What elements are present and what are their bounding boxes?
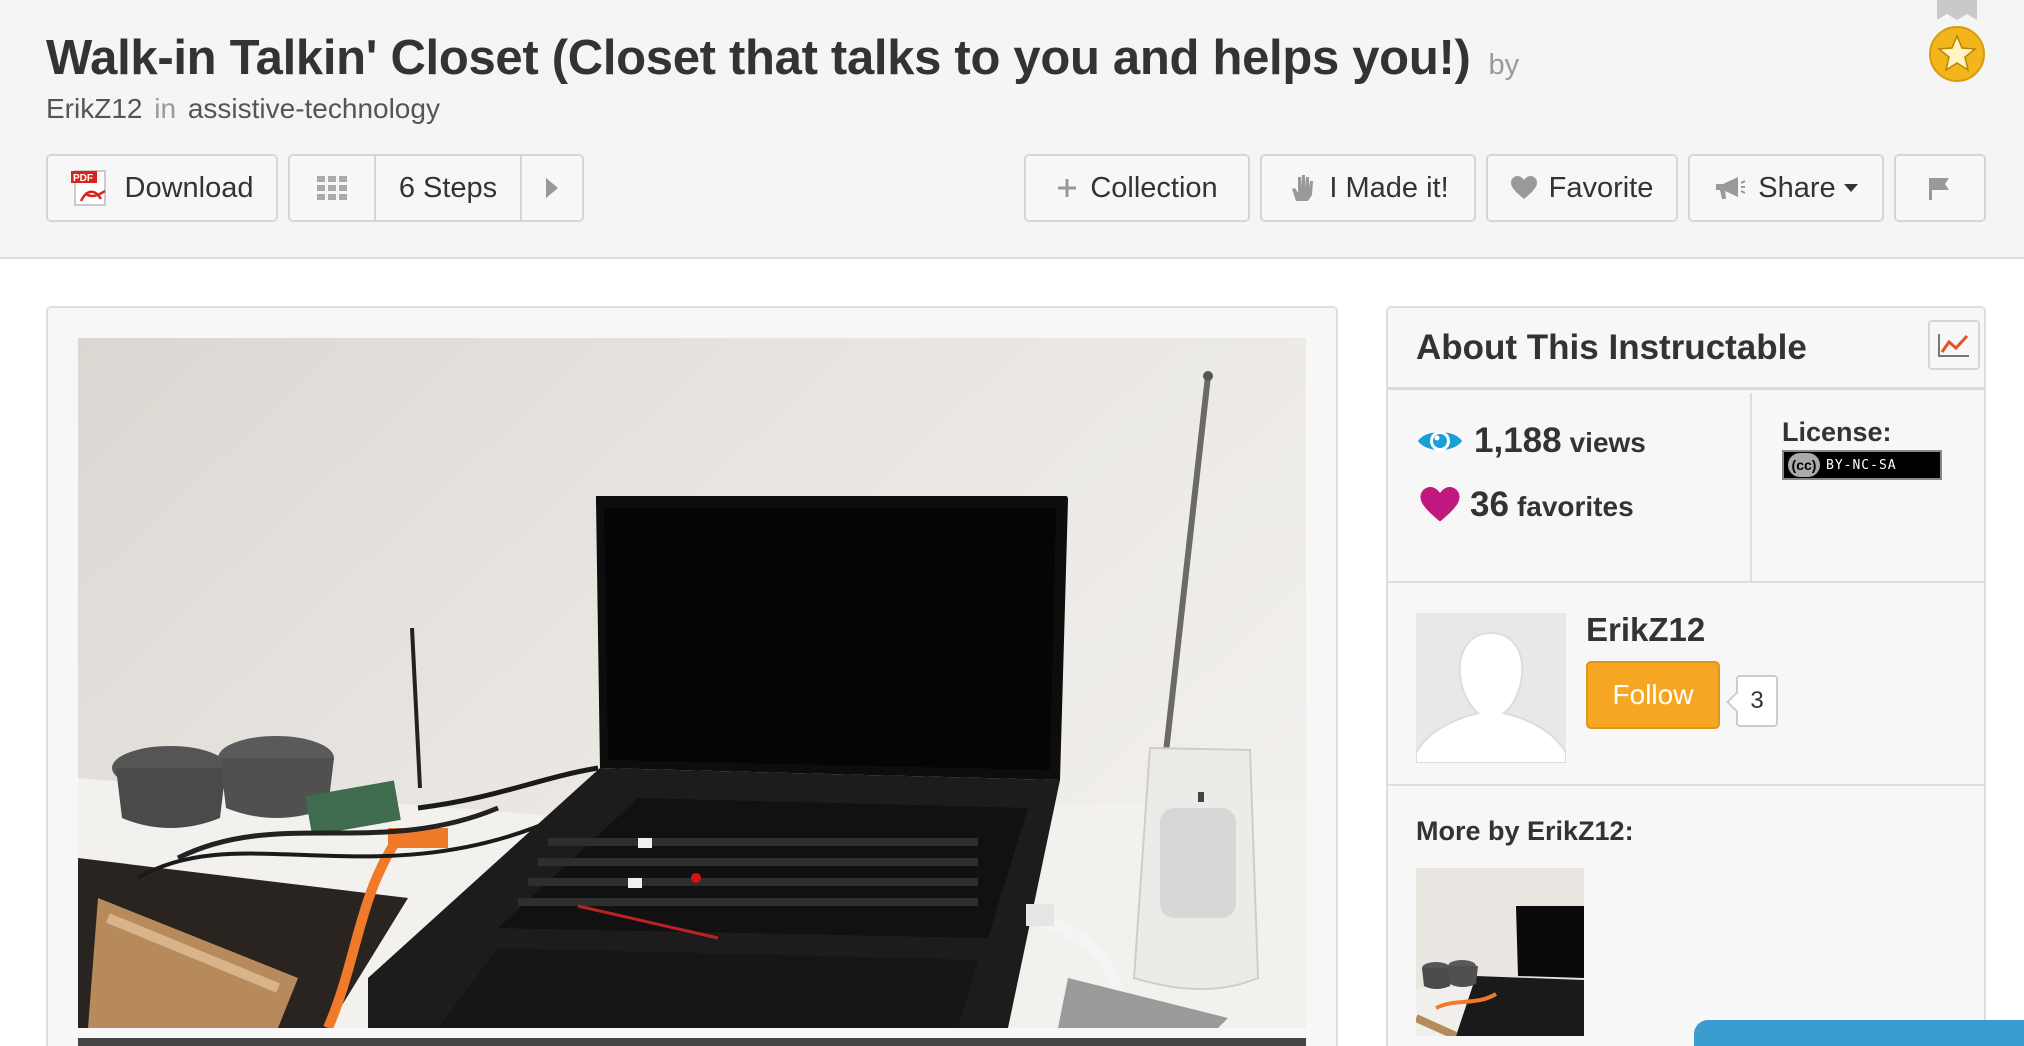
meta-row: ErikZ12 in assistive-technology [46, 93, 440, 125]
steps-grid-button[interactable] [290, 156, 376, 220]
favorites-label: favorites [1516, 491, 1634, 522]
caret-right-icon [546, 178, 558, 198]
featured-star-badge-icon [1929, 0, 1985, 82]
feedback-tab[interactable] [1694, 1020, 2024, 1046]
flag-icon [1929, 178, 1949, 200]
heart-icon [1510, 176, 1537, 200]
main-photo[interactable] [78, 338, 1306, 1028]
more-by-thumbnail[interactable] [1416, 868, 1584, 1036]
in-label: in [154, 93, 177, 124]
megaphone-icon [1714, 175, 1746, 201]
add-to-collection-button[interactable]: Collection [1024, 154, 1250, 222]
license-block: License: (cc) BY-NC-SA [1782, 417, 1942, 480]
license-label: License: [1782, 417, 1892, 447]
title-row: Walk-in Talkin' Closet (Closet that talk… [46, 30, 1519, 86]
hand-icon [1287, 173, 1317, 203]
cc-license-badge[interactable]: (cc) BY-NC-SA [1782, 450, 1942, 480]
pdf-icon-text: PDF [73, 173, 93, 184]
report-flag-button[interactable] [1894, 154, 1986, 222]
caret-down-icon [1843, 184, 1858, 192]
sidebar-title: About This Instructable [1416, 328, 1807, 367]
views-count: 1,188 [1474, 421, 1562, 460]
steps-count-button[interactable]: 6 Steps [376, 156, 522, 220]
favorites-count: 36 [1470, 485, 1509, 524]
pdf-icon: PDF [70, 169, 113, 207]
follow-button[interactable]: Follow [1586, 661, 1720, 729]
steps-nav: 6 Steps [288, 154, 584, 222]
avatar[interactable] [1416, 613, 1566, 763]
sidebar: About This Instructable 1,188 views 36 f… [1386, 306, 1986, 1046]
stats-button[interactable] [1928, 320, 1980, 370]
eye-icon [1418, 431, 1462, 451]
related-project-thumbnail [1416, 868, 1584, 1036]
stats-panel: 1,188 views 36 favorites License: (cc) B… [1388, 393, 1984, 583]
cc-icon: (cc) [1788, 453, 1820, 477]
stats-counts: 1,188 views 36 favorites [1388, 393, 1752, 581]
download-label: Download [124, 171, 254, 204]
sidebar-header: About This Instructable [1388, 308, 1984, 390]
author-name[interactable]: ErikZ12 [1586, 611, 1705, 649]
stats-chart-icon [1938, 334, 1969, 357]
page-title: Walk-in Talkin' Closet (Closet that talk… [46, 31, 1471, 85]
author-link[interactable]: ErikZ12 [46, 93, 142, 124]
main-image-panel [46, 306, 1338, 1046]
laptop-setup-photo [78, 338, 1306, 1028]
download-button[interactable]: PDF Download [46, 154, 278, 222]
default-avatar-icon [1416, 613, 1566, 763]
gallery-strip [78, 1038, 1306, 1046]
plus-icon [1056, 177, 1078, 199]
views-label: views [1569, 427, 1646, 458]
favorite-button[interactable]: Favorite [1486, 154, 1678, 222]
grid-icon [317, 176, 347, 200]
follower-count: 3 [1736, 675, 1778, 727]
favorite-label: Favorite [1548, 171, 1654, 204]
more-by-heading: More by ErikZ12: [1416, 816, 1634, 846]
channel-link[interactable]: assistive-technology [188, 93, 440, 124]
i-made-it-button[interactable]: I Made it! [1260, 154, 1476, 222]
license-type: BY-NC-SA [1826, 457, 1897, 473]
header: Walk-in Talkin' Closet (Closet that talk… [0, 0, 2024, 259]
share-button[interactable]: Share [1688, 154, 1884, 222]
by-label: by [1488, 49, 1520, 81]
collection-label: Collection [1090, 171, 1218, 204]
made-it-label: I Made it! [1329, 171, 1449, 204]
views-stat: 1,188 views [1416, 421, 1646, 461]
share-label: Share [1758, 171, 1836, 204]
favorites-stat: 36 favorites [1416, 485, 1634, 525]
next-step-button[interactable] [522, 156, 582, 220]
heart-icon [1420, 487, 1460, 522]
author-card: ErikZ12 Follow 3 [1388, 585, 1984, 786]
